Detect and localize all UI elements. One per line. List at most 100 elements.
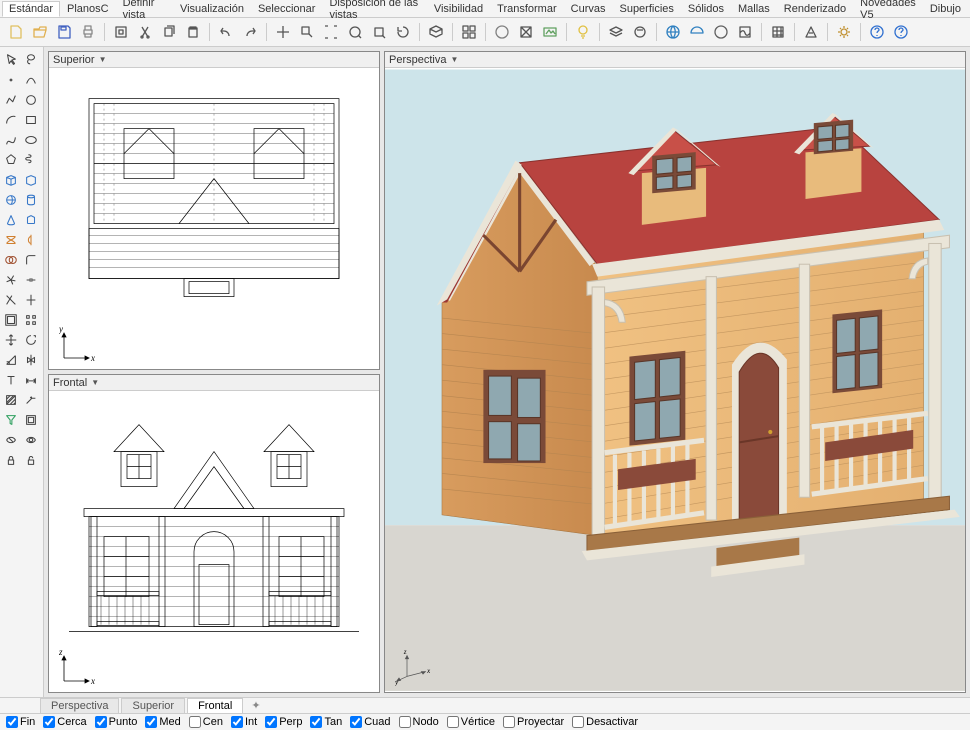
zoom-dynamic-button[interactable]	[345, 22, 365, 42]
viewport-tab-frontal[interactable]: Frontal	[187, 698, 243, 713]
viewport-perspective-canvas[interactable]: x y z	[385, 68, 965, 692]
viewport-top-header[interactable]: Superior ▼	[49, 52, 379, 68]
osnap-punto-checkbox[interactable]	[95, 716, 107, 728]
viewport-top[interactable]: Superior ▼	[48, 51, 380, 370]
cylinder-tool[interactable]	[22, 191, 40, 209]
rectangle-tool[interactable]	[22, 111, 40, 129]
why-button[interactable]	[867, 22, 887, 42]
menu-tab-sólidos[interactable]: Sólidos	[681, 1, 731, 17]
array-tool[interactable]	[22, 311, 40, 329]
menu-tab-seleccionar[interactable]: Seleccionar	[251, 1, 322, 17]
zoom-extents-button[interactable]	[321, 22, 341, 42]
hide-tool[interactable]	[2, 431, 20, 449]
osnap-cen-checkbox[interactable]	[189, 716, 201, 728]
osnap-cen[interactable]: Cen	[189, 716, 223, 728]
mirror-tool[interactable]	[22, 351, 40, 369]
dim-tool[interactable]	[22, 371, 40, 389]
options-button[interactable]	[834, 22, 854, 42]
viewport-top-canvas[interactable]: x y	[49, 68, 379, 369]
viewport-perspective-header[interactable]: Perspectiva ▼	[385, 52, 965, 68]
osnap-fin[interactable]: Fin	[6, 716, 35, 728]
cone-tool[interactable]	[2, 211, 20, 229]
osnap-perp[interactable]: Perp	[265, 716, 302, 728]
save-button[interactable]	[54, 22, 74, 42]
copy-button[interactable]	[159, 22, 179, 42]
polyline-tool[interactable]	[2, 91, 20, 109]
add-viewport-tab[interactable]: ✦	[245, 698, 266, 713]
fullsphere-button[interactable]	[711, 22, 731, 42]
revolve-tool[interactable]	[22, 231, 40, 249]
extrude-crv-tool[interactable]	[22, 211, 40, 229]
viewport-front[interactable]: Frontal ▼	[48, 374, 380, 693]
shade-button[interactable]	[492, 22, 512, 42]
osnap-tan-checkbox[interactable]	[310, 716, 322, 728]
osnap-med[interactable]: Med	[145, 716, 180, 728]
osnap-fin-checkbox[interactable]	[6, 716, 18, 728]
osnap-cerca[interactable]: Cerca	[43, 716, 86, 728]
osnap-nodo[interactable]: Nodo	[399, 716, 439, 728]
join-tool[interactable]	[22, 271, 40, 289]
osnap-int[interactable]: Int	[231, 716, 257, 728]
split-tool[interactable]	[22, 291, 40, 309]
helix-tool[interactable]	[22, 151, 40, 169]
unlock-tool[interactable]	[22, 451, 40, 469]
text-tool[interactable]	[2, 371, 20, 389]
viewport-tab-perspectiva[interactable]: Perspectiva	[40, 698, 119, 713]
help-button[interactable]	[891, 22, 911, 42]
print-button[interactable]	[78, 22, 98, 42]
4view-button[interactable]	[459, 22, 479, 42]
loft-tool[interactable]	[2, 231, 20, 249]
light-button[interactable]	[573, 22, 593, 42]
hatch-tool[interactable]	[2, 391, 20, 409]
menu-tab-visibilidad[interactable]: Visibilidad	[427, 1, 490, 17]
lasso-tool[interactable]	[22, 51, 40, 69]
osnap-punto[interactable]: Punto	[95, 716, 138, 728]
menu-tab-curvas[interactable]: Curvas	[564, 1, 613, 17]
pointer-tool[interactable]	[2, 51, 20, 69]
osnap-cuad-checkbox[interactable]	[350, 716, 362, 728]
menu-tab-visualización[interactable]: Visualización	[173, 1, 251, 17]
box-tool[interactable]	[2, 171, 20, 189]
dropdown-icon[interactable]: ▼	[450, 55, 458, 64]
osnap-perp-checkbox[interactable]	[265, 716, 277, 728]
rotate-button[interactable]	[393, 22, 413, 42]
menu-tab-superficies[interactable]: Superficies	[612, 1, 680, 17]
named-view-button[interactable]	[426, 22, 446, 42]
move-tool[interactable]	[2, 331, 20, 349]
pan-button[interactable]	[273, 22, 293, 42]
ellipse-tool[interactable]	[22, 131, 40, 149]
osnap-cerca-checkbox[interactable]	[43, 716, 55, 728]
menu-tab-estándar[interactable]: Estándar	[2, 1, 60, 17]
hemisphere-button[interactable]	[687, 22, 707, 42]
trim-tool[interactable]	[2, 291, 20, 309]
osnap-desactivar[interactable]: Desactivar	[572, 716, 638, 728]
material-button[interactable]	[630, 22, 650, 42]
polygon-tool[interactable]	[2, 151, 20, 169]
explode-tool[interactable]	[2, 271, 20, 289]
paste-button[interactable]	[183, 22, 203, 42]
render-preview-button[interactable]	[540, 22, 560, 42]
rotate-obj-tool[interactable]	[22, 331, 40, 349]
show-tool[interactable]	[22, 431, 40, 449]
lock-tool[interactable]	[2, 451, 20, 469]
viewport-front-header[interactable]: Frontal ▼	[49, 375, 379, 391]
zoom-selected-button[interactable]	[369, 22, 389, 42]
cut-button[interactable]	[135, 22, 155, 42]
osnap-int-checkbox[interactable]	[231, 716, 243, 728]
osnap-button[interactable]	[801, 22, 821, 42]
boolean-tool[interactable]	[2, 251, 20, 269]
open-button[interactable]	[30, 22, 50, 42]
new-button[interactable]	[6, 22, 26, 42]
viewport-front-canvas[interactable]: x z	[49, 391, 379, 692]
osnap-tan[interactable]: Tan	[310, 716, 342, 728]
viewport-perspective[interactable]: Perspectiva ▼	[384, 51, 966, 693]
world-button[interactable]	[663, 22, 683, 42]
arc-tool[interactable]	[2, 111, 20, 129]
point-tool[interactable]	[2, 71, 20, 89]
menu-tab-planosc[interactable]: PlanosC	[60, 1, 116, 17]
curve-interp-tool[interactable]	[22, 71, 40, 89]
box-pts-tool[interactable]	[22, 171, 40, 189]
menu-tab-mallas[interactable]: Mallas	[731, 1, 777, 17]
osnap-med-checkbox[interactable]	[145, 716, 157, 728]
sphere-tool[interactable]	[2, 191, 20, 209]
